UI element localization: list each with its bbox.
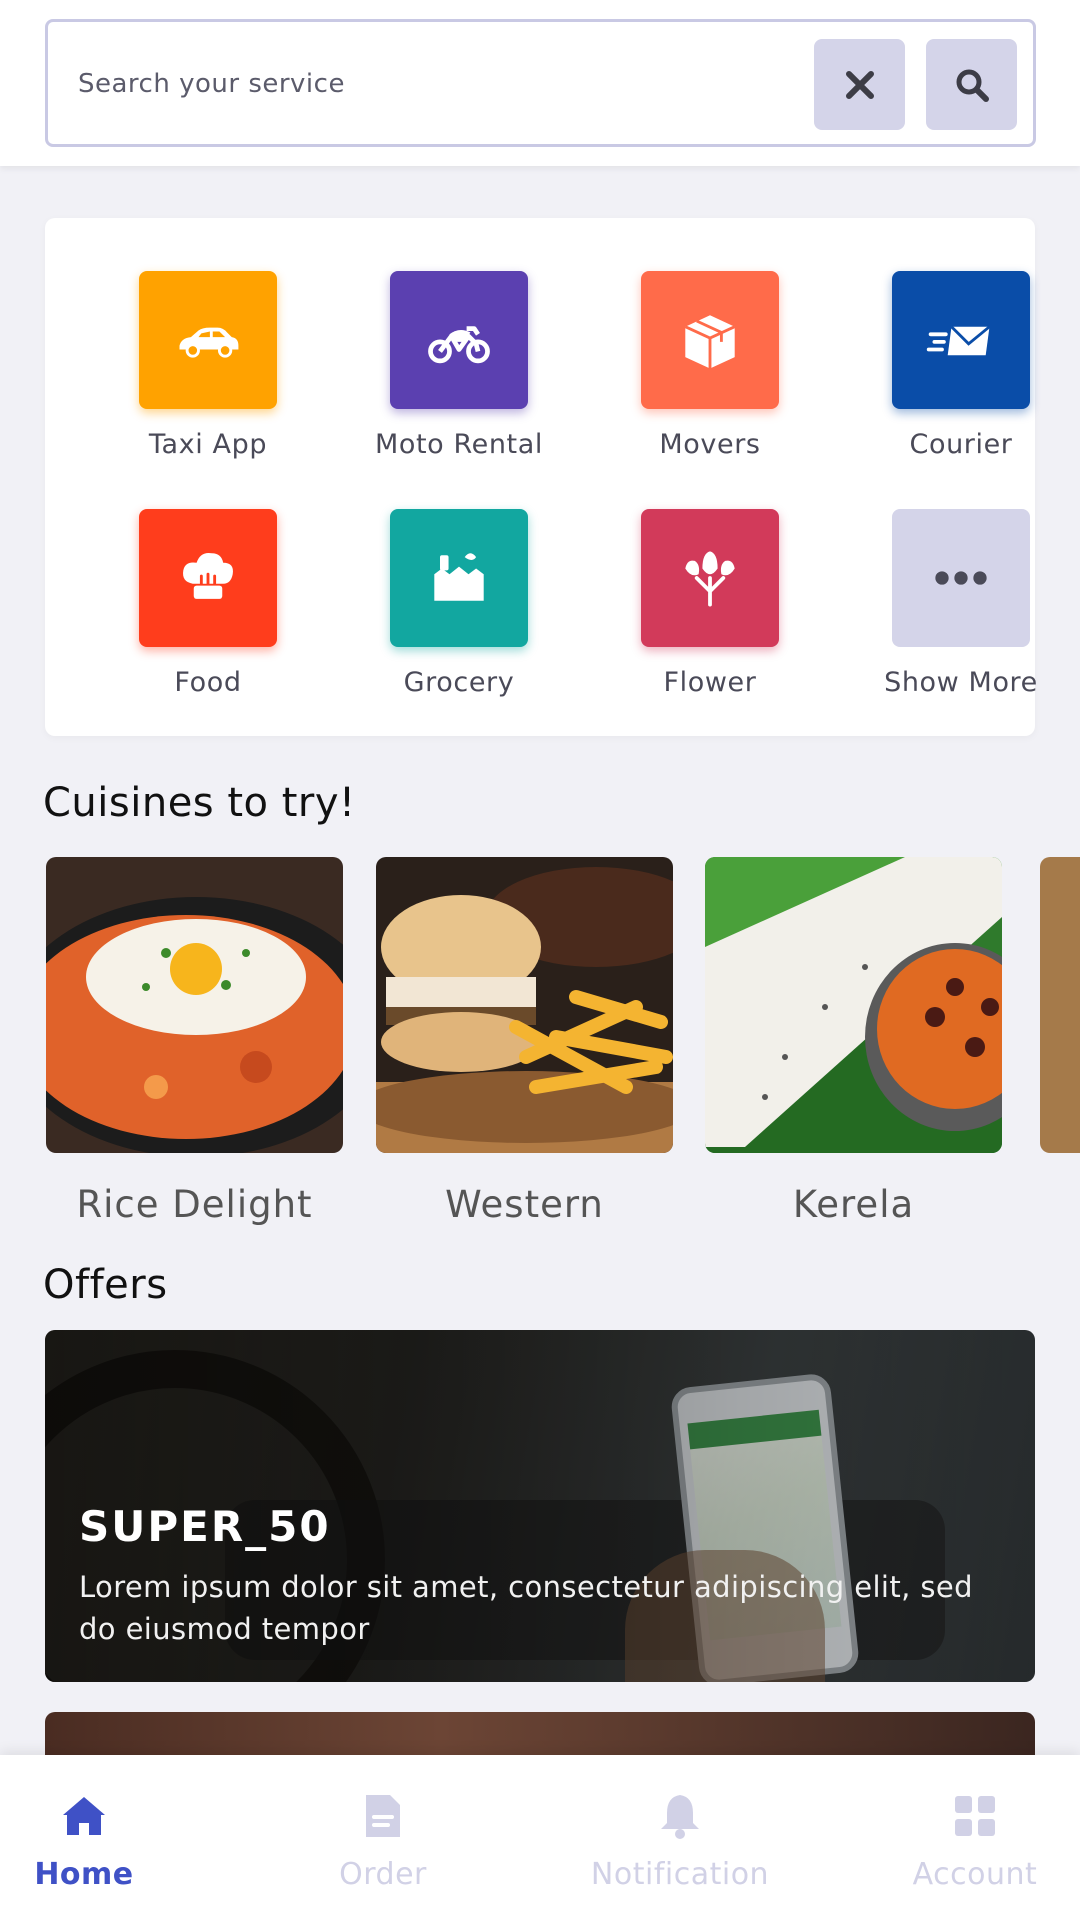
service-tile bbox=[390, 271, 528, 409]
offer-card[interactable]: SUPER_50 Lorem ipsum dolor sit amet, con… bbox=[45, 1330, 1035, 1682]
service-tile bbox=[641, 271, 779, 409]
cuisine-image bbox=[46, 857, 343, 1153]
cuisine-label: Kerela bbox=[792, 1183, 915, 1226]
envelope-icon bbox=[926, 325, 991, 356]
service-label: Show More bbox=[884, 667, 1038, 698]
nav-order[interactable]: Order bbox=[248, 1755, 518, 1920]
service-label: Flower bbox=[663, 667, 757, 698]
service-label: Taxi App bbox=[148, 429, 268, 460]
box-icon bbox=[684, 315, 736, 369]
service-tile bbox=[139, 509, 277, 647]
service-tile bbox=[892, 271, 1030, 409]
cuisine-label: Rice Delight bbox=[76, 1183, 313, 1226]
motorbike-icon bbox=[428, 326, 490, 364]
nav-label: Notification bbox=[590, 1857, 770, 1892]
search-bar bbox=[45, 19, 1036, 147]
service-food[interactable]: Food bbox=[93, 509, 323, 709]
bottom-navigation: Home Order Notification Account bbox=[0, 1755, 1080, 1920]
service-label: Food bbox=[174, 667, 242, 698]
order-icon bbox=[366, 1795, 400, 1837]
cuisine-label: Western bbox=[445, 1183, 604, 1226]
chef-hat-icon bbox=[183, 553, 233, 599]
cuisines-section-title: Cuisines to try! bbox=[43, 780, 356, 826]
service-show-more[interactable]: Show More bbox=[846, 509, 1076, 709]
grocery-bag-icon bbox=[434, 553, 484, 601]
service-tile bbox=[390, 509, 528, 647]
service-label: Moto Rental bbox=[374, 429, 543, 460]
cuisine-image bbox=[705, 857, 1002, 1153]
cuisine-card-kerela[interactable]: Kerela bbox=[705, 857, 1002, 1226]
service-flower[interactable]: Flower bbox=[595, 509, 825, 709]
search-input[interactable] bbox=[78, 54, 828, 114]
car-icon bbox=[179, 327, 239, 358]
service-label: Grocery bbox=[403, 667, 515, 698]
service-tile bbox=[641, 509, 779, 647]
grid-icon bbox=[955, 1796, 995, 1836]
service-courier[interactable]: Courier bbox=[846, 271, 1076, 471]
cuisine-image bbox=[1040, 857, 1080, 1153]
home-icon bbox=[63, 1797, 105, 1835]
service-grocery[interactable]: Grocery bbox=[344, 509, 574, 709]
nav-notification[interactable]: Notification bbox=[545, 1755, 815, 1920]
search-icon bbox=[956, 69, 989, 102]
nav-label: Account bbox=[912, 1857, 1038, 1892]
nav-label: Home bbox=[34, 1857, 134, 1892]
service-label: Movers bbox=[659, 429, 761, 460]
cuisine-card-partial[interactable] bbox=[1040, 857, 1080, 1153]
clear-search-button[interactable] bbox=[814, 39, 905, 130]
more-dots-icon bbox=[935, 571, 987, 585]
service-taxi-app[interactable]: Taxi App bbox=[93, 271, 323, 471]
service-label: Courier bbox=[909, 429, 1013, 460]
nav-account[interactable]: Account bbox=[840, 1755, 1080, 1920]
nav-label: Order bbox=[339, 1857, 427, 1892]
offer-code: SUPER_50 bbox=[79, 1502, 331, 1551]
offer-description: Lorem ipsum dolor sit amet, consectetur … bbox=[79, 1570, 973, 1646]
search-button[interactable] bbox=[926, 39, 1017, 130]
service-movers[interactable]: Movers bbox=[595, 271, 825, 471]
header bbox=[0, 0, 1080, 166]
cuisine-image bbox=[376, 857, 673, 1153]
services-grid: Taxi App Moto Rental Movers Courier Food… bbox=[45, 218, 1037, 736]
flower-icon bbox=[685, 551, 735, 607]
service-tile bbox=[139, 271, 277, 409]
service-tile bbox=[892, 509, 1030, 647]
cuisine-card-western[interactable]: Western bbox=[376, 857, 673, 1226]
service-moto-rental[interactable]: Moto Rental bbox=[344, 271, 574, 471]
close-icon bbox=[845, 70, 874, 99]
offers-section-title: Offers bbox=[43, 1262, 168, 1308]
bell-icon bbox=[661, 1795, 699, 1839]
nav-home[interactable]: Home bbox=[0, 1755, 219, 1920]
cuisine-card-rice-delight[interactable]: Rice Delight bbox=[46, 857, 343, 1226]
